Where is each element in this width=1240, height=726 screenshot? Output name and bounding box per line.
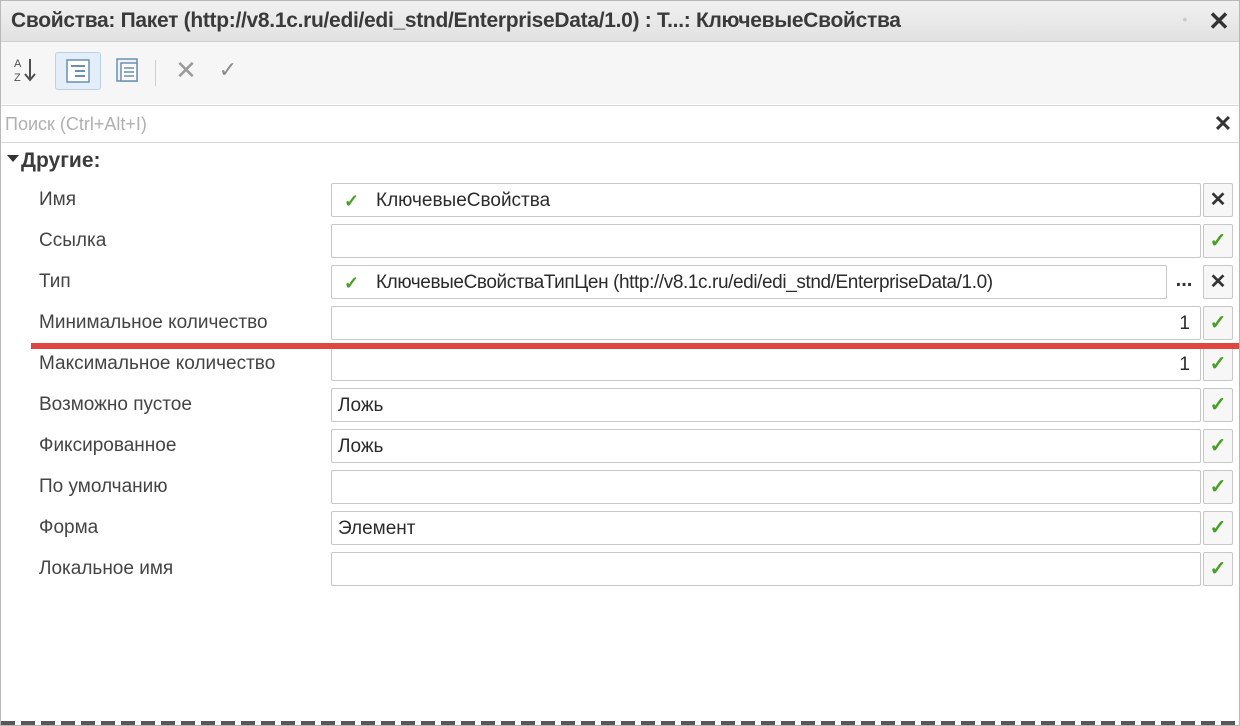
highlight-underline [31, 343, 1239, 349]
search-bar: ✕ [1, 105, 1239, 143]
group-header-other[interactable]: Другие: [1, 143, 1239, 181]
nillable-field[interactable]: Ложь [331, 388, 1201, 422]
fixed-field[interactable]: Ложь [331, 429, 1201, 463]
dropdown-button[interactable]: ✓ [1203, 552, 1233, 586]
property-label: Минимальное количество [39, 312, 268, 333]
svg-text:Z: Z [14, 72, 21, 84]
dropdown-button[interactable]: ✓ [1203, 470, 1233, 504]
title-bar: Свойства: Пакет (http://v8.1c.ru/edi/edi… [1, 1, 1239, 42]
property-grid: Имя ✓ КлючевыеСвойства ✕ Ссылка ✓ Тип ✓ … [1, 181, 1239, 591]
field-value: Ложь [338, 395, 384, 416]
default-field[interactable] [331, 470, 1201, 504]
field-value: 1 [1179, 354, 1190, 375]
property-label: Фиксированное [39, 435, 177, 456]
field-value: 1 [1179, 313, 1190, 334]
select-type-button[interactable]: ... [1169, 267, 1199, 297]
local-name-field[interactable] [331, 552, 1201, 586]
dropdown-button[interactable]: ✓ [1203, 306, 1233, 340]
toolbar-separator [155, 60, 156, 86]
link-field[interactable] [331, 224, 1201, 258]
property-label: Максимальное количество [39, 353, 276, 374]
cancel-icon[interactable]: ✕ [169, 52, 203, 88]
property-label: Локальное имя [39, 558, 174, 579]
property-row-fixed: Фиксированное Ложь ✓ [1, 427, 1239, 468]
property-row-max: Максимальное количество 1 ✓ [1, 345, 1239, 386]
window-title: Свойства: Пакет (http://v8.1c.ru/edi/edi… [11, 9, 901, 32]
property-label: Имя [39, 189, 77, 210]
filter-icon[interactable] [109, 52, 147, 88]
dropdown-button[interactable]: ✓ [1203, 429, 1233, 463]
property-row-type: Тип ✓ КлючевыеСвойстваТипЦен (http://v8.… [1, 263, 1239, 304]
form-field[interactable]: Элемент [331, 511, 1201, 545]
property-label: По умолчанию [39, 476, 168, 497]
property-row-link: Ссылка ✓ [1, 222, 1239, 263]
property-label: Ссылка [39, 230, 107, 251]
clear-button[interactable]: ✕ [1203, 265, 1233, 299]
categories-icon[interactable] [55, 52, 101, 90]
collapse-arrow-icon[interactable] [7, 155, 19, 162]
field-value: Элемент [338, 518, 416, 539]
max-quantity-field[interactable]: 1 [331, 347, 1201, 381]
property-row-local-name: Локальное имя ✓ [1, 550, 1239, 591]
check-icon: ✓ [344, 191, 360, 211]
dropdown-button[interactable]: ✓ [1203, 388, 1233, 422]
property-row-default: По умолчанию ✓ [1, 468, 1239, 509]
clear-button[interactable]: ✕ [1203, 183, 1233, 217]
sort-az-icon[interactable]: A Z [9, 52, 43, 88]
property-label: Форма [39, 517, 99, 538]
min-quantity-field[interactable]: 1 [331, 306, 1201, 340]
toolbar: A Z ✕ ✓ [1, 42, 1239, 104]
field-value: Ложь [338, 436, 384, 457]
search-input[interactable] [1, 106, 1209, 142]
property-label: Тип [39, 271, 71, 292]
dropdown-button[interactable]: ✓ [1203, 224, 1233, 258]
group-label: Другие: [21, 149, 101, 172]
close-window-button[interactable]: ✕ [1205, 7, 1233, 35]
bottom-edge [1, 721, 1239, 725]
property-label: Возможно пустое [39, 394, 192, 415]
field-value: КлючевыеСвойстваТипЦен (http://v8.1c.ru/… [376, 272, 993, 293]
svg-text:A: A [14, 58, 22, 70]
dropdown-button[interactable]: ✓ [1203, 511, 1233, 545]
check-icon: ✓ [344, 273, 360, 293]
apply-icon[interactable]: ✓ [211, 52, 245, 88]
field-value: КлючевыеСвойства [376, 190, 551, 211]
search-clear-button[interactable]: ✕ [1211, 112, 1235, 136]
dropdown-button[interactable]: ✓ [1203, 347, 1233, 381]
properties-window: Свойства: Пакет (http://v8.1c.ru/edi/edi… [0, 0, 1240, 726]
property-row-nillable: Возможно пустое Ложь ✓ [1, 386, 1239, 427]
name-field[interactable]: ✓ КлючевыеСвойства [331, 183, 1201, 217]
property-row-min: Минимальное количество 1 ✓ [1, 304, 1239, 345]
type-field[interactable]: ✓ КлючевыеСвойстваТипЦен (http://v8.1c.r… [331, 265, 1167, 299]
pin-icon[interactable]: • [1177, 11, 1193, 29]
property-row-name: Имя ✓ КлючевыеСвойства ✕ [1, 181, 1239, 222]
property-row-form: Форма Элемент ✓ [1, 509, 1239, 550]
